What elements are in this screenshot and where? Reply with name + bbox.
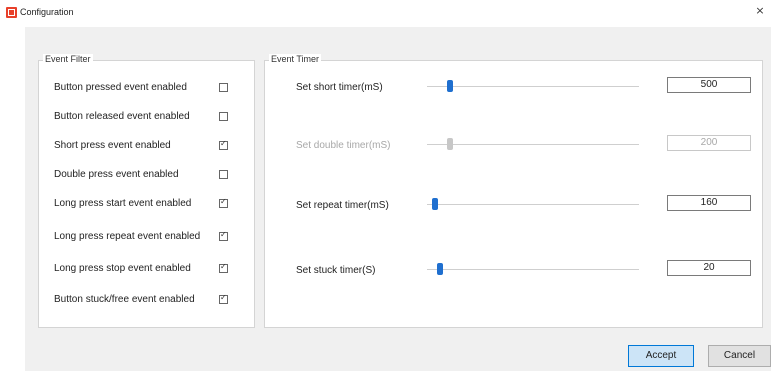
stuck-timer-slider[interactable] <box>427 262 639 278</box>
title-bar: Configuration × <box>0 0 771 26</box>
repeat-timer-input[interactable]: 160 <box>667 195 751 211</box>
slider-thumb <box>447 138 454 150</box>
dialog-client-area: Event Filter Button pressed event enable… <box>25 27 771 371</box>
double-press-checkbox[interactable] <box>219 170 228 179</box>
app-icon <box>6 7 17 18</box>
filter-label: Button stuck/free event enabled <box>54 294 195 305</box>
event-filter-title: Event Filter <box>43 54 93 64</box>
slider-track <box>427 204 639 205</box>
filter-label: Double press event enabled <box>54 169 179 180</box>
short-timer-input[interactable]: 500 <box>667 77 751 93</box>
slider-thumb[interactable] <box>432 198 439 210</box>
short-timer-slider[interactable] <box>427 79 639 95</box>
long-press-stop-checkbox[interactable] <box>219 262 228 273</box>
timer-label: Set stuck timer(S) <box>296 265 376 276</box>
slider-track <box>427 144 639 145</box>
filter-label: Button pressed event enabled <box>54 82 187 93</box>
filter-label: Long press stop event enabled <box>54 263 191 274</box>
filter-label: Long press start event enabled <box>54 198 192 209</box>
stuck-timer-input[interactable]: 20 <box>667 260 751 276</box>
window-title: Configuration <box>20 7 74 17</box>
timer-row-repeat: Set repeat timer(mS) 160 <box>265 195 762 215</box>
event-timer-group: Event Timer Set short timer(mS) 500 Set … <box>264 54 763 328</box>
accept-button[interactable]: Accept <box>628 345 694 367</box>
filter-label: Button released event enabled <box>54 111 190 122</box>
timer-row-double: Set double timer(mS) 200 <box>265 135 762 155</box>
repeat-timer-slider[interactable] <box>427 197 639 213</box>
slider-track <box>427 86 639 87</box>
event-filter-group: Event Filter Button pressed event enable… <box>38 54 255 328</box>
button-released-checkbox[interactable] <box>219 112 228 121</box>
timer-row-short: Set short timer(mS) 500 <box>265 77 762 97</box>
timer-row-stuck: Set stuck timer(S) 20 <box>265 260 762 280</box>
timer-label: Set short timer(mS) <box>296 82 383 93</box>
filter-label: Long press repeat event enabled <box>54 231 201 242</box>
button-stuck-free-checkbox[interactable] <box>219 293 228 304</box>
slider-thumb[interactable] <box>447 80 454 92</box>
slider-thumb[interactable] <box>436 263 443 275</box>
long-press-repeat-checkbox[interactable] <box>219 230 228 241</box>
short-press-checkbox[interactable] <box>219 139 228 150</box>
close-icon[interactable]: × <box>753 4 767 18</box>
event-timer-title: Event Timer <box>269 54 322 64</box>
double-timer-slider <box>427 137 639 153</box>
slider-track <box>427 269 639 270</box>
timer-label: Set double timer(mS) <box>296 140 391 151</box>
double-timer-input: 200 <box>667 135 751 151</box>
button-pressed-checkbox[interactable] <box>219 83 228 92</box>
timer-label: Set repeat timer(mS) <box>296 200 389 211</box>
long-press-start-checkbox[interactable] <box>219 197 228 208</box>
configuration-window: Configuration × Event Filter Button pres… <box>0 0 771 371</box>
filter-label: Short press event enabled <box>54 140 171 151</box>
cancel-button[interactable]: Cancel <box>708 345 771 367</box>
